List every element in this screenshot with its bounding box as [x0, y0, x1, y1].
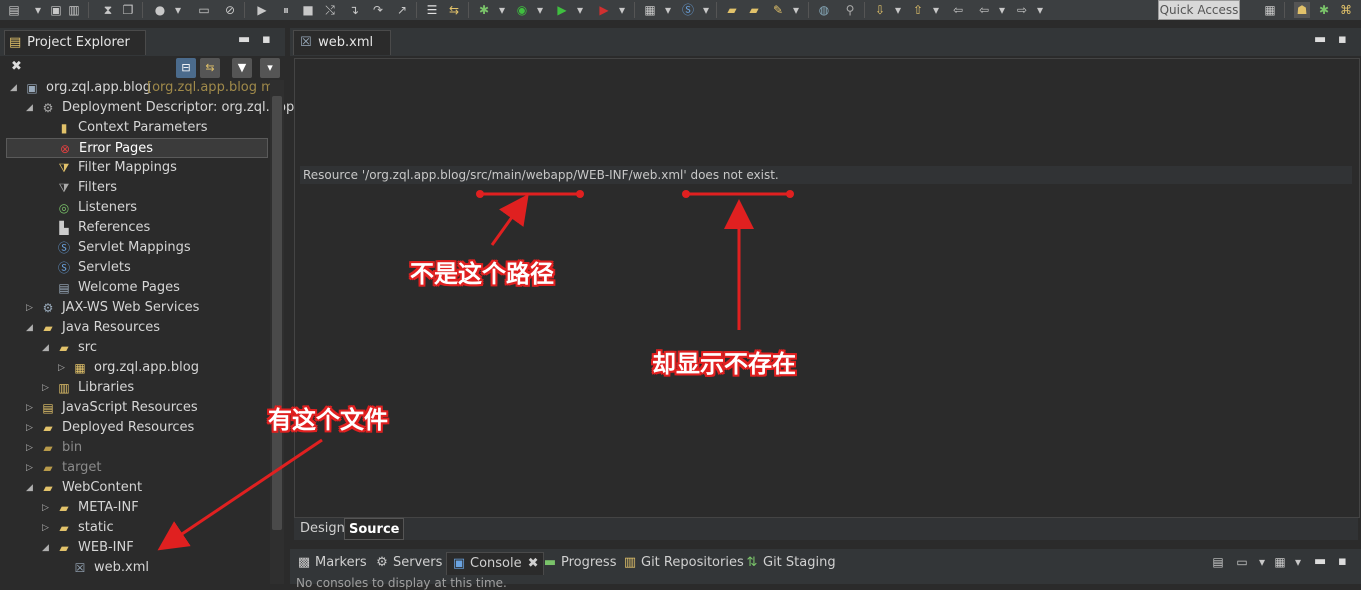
underline-not-exist [682, 190, 794, 198]
underline-path [476, 190, 584, 198]
arrow-file-exists [157, 438, 323, 551]
arrow-path [490, 193, 529, 246]
annotation-overlay [157, 190, 794, 551]
annotation-shows-not-exist: 却显示不存在 [652, 350, 796, 378]
annotation-file-exists: 有这个文件 [268, 406, 388, 434]
annotation-not-this-path: 不是这个路径 [410, 260, 554, 288]
